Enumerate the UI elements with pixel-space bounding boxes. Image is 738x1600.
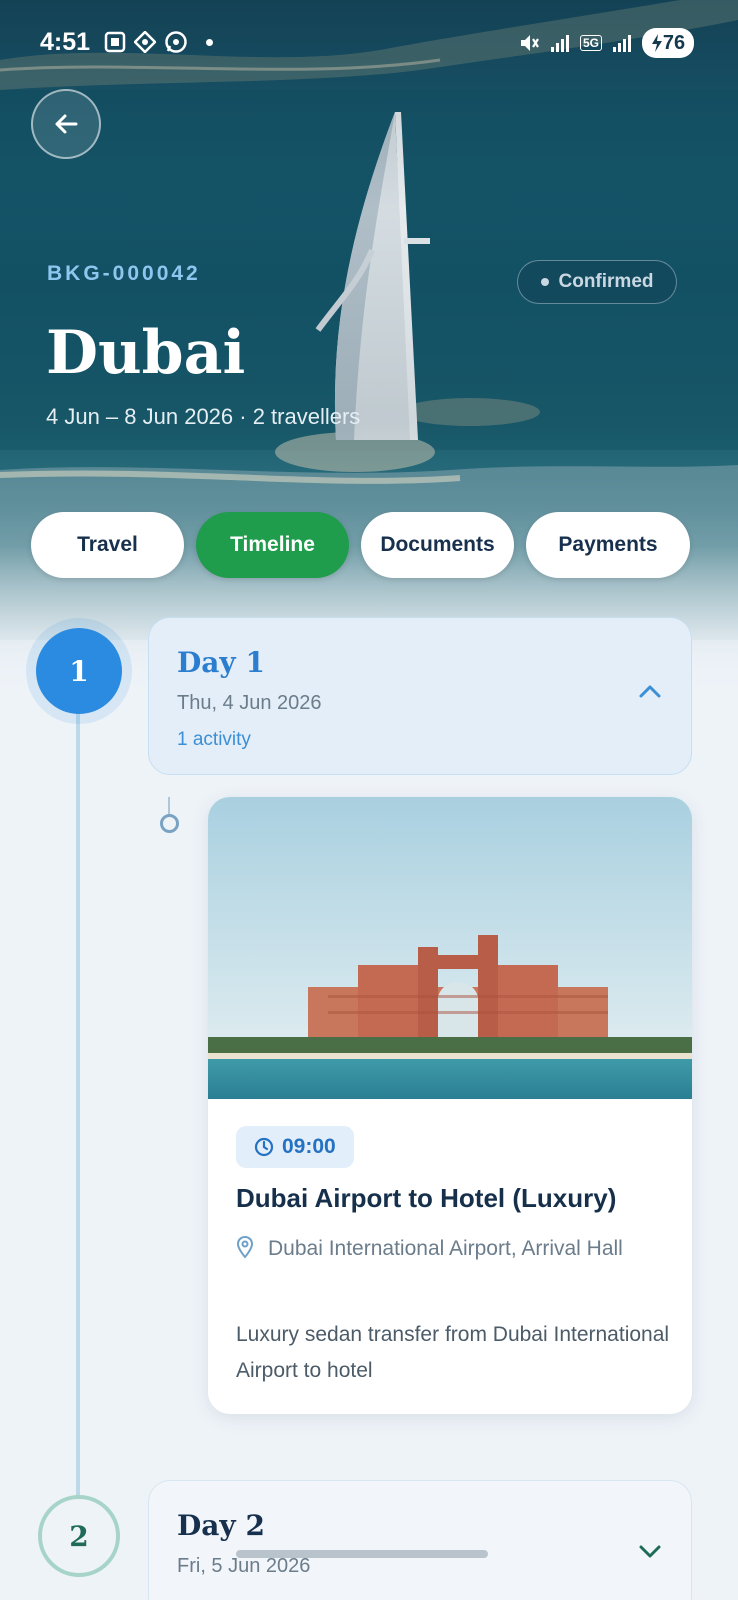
charging-icon [651,34,662,52]
day-card-2[interactable]: Day 2 Fri, 5 Jun 2026 [148,1480,692,1600]
signal-icon-2 [613,35,631,52]
tab-travel[interactable]: Travel [31,512,184,578]
activity-description: Luxury sedan transfer from Dubai Interna… [236,1323,670,1382]
day-date: Thu, 4 Jun 2026 [177,692,322,714]
home-indicator[interactable] [236,1550,488,1558]
activity-photo [208,797,692,1099]
chevron-down-icon[interactable] [639,1545,661,1559]
status-label: Confirmed [558,271,654,292]
activity-location-text: Dubai International Airport, Arrival Hal… [268,1237,623,1260]
tab-payments[interactable]: Payments [526,512,690,578]
trip-meta: 4 Jun – 8 Jun 2026 · 2 travellers [46,404,361,429]
timeline-line [76,700,80,1500]
activity-dot [160,814,179,833]
mute-icon [520,35,539,51]
status-time: 4:51 [40,28,91,56]
activity-time: 09:00 [236,1126,354,1168]
day-activity-count: 1 activity [177,729,251,750]
day-card-1[interactable]: Day 1 Thu, 4 Jun 2026 1 activity [148,617,692,775]
status-bar: 4:51 5G 76 [0,24,738,64]
arrow-left-icon [55,114,78,134]
battery-level: 76 [662,31,686,54]
day-title: Day 1 [177,646,265,679]
tab-timeline[interactable]: Timeline [196,512,349,578]
signal-icon [550,35,569,52]
activity-time-label: 09:00 [282,1135,336,1158]
booking-id: BKG-000042 [47,262,201,285]
tab-bar: Travel Timeline Documents Payments [31,512,690,578]
battery-indicator: 76 [642,28,694,58]
back-button[interactable] [31,89,101,159]
day-node-1: 1 [36,628,122,714]
whatsapp-icon [165,31,187,53]
system-icons: 5G 76 [518,28,694,58]
notification-dot [206,38,213,46]
activity-location: Dubai International Airport, Arrival Hal… [236,1233,676,1264]
day-title: Day 2 [177,1509,265,1542]
map-pin-icon [236,1235,254,1259]
status-dot [540,278,549,286]
screenshot-icon [104,31,126,53]
clock-icon [254,1137,274,1157]
tab-documents[interactable]: Documents [361,512,514,578]
chevron-up-icon[interactable] [639,684,661,698]
page-title: Dubai [46,318,246,388]
status-badge: Confirmed [517,260,677,304]
app-diamond-icon [134,31,156,53]
activity-title: Dubai Airport to Hotel (Luxury) [236,1183,617,1213]
activity-card[interactable]: 09:00 Dubai Airport to Hotel (Luxury) Du… [208,797,692,1414]
network-type: 5G [579,35,602,51]
notification-icons [104,30,213,54]
day-date: Fri, 5 Jun 2026 [177,1555,311,1577]
day-node-2: 2 [38,1495,120,1577]
